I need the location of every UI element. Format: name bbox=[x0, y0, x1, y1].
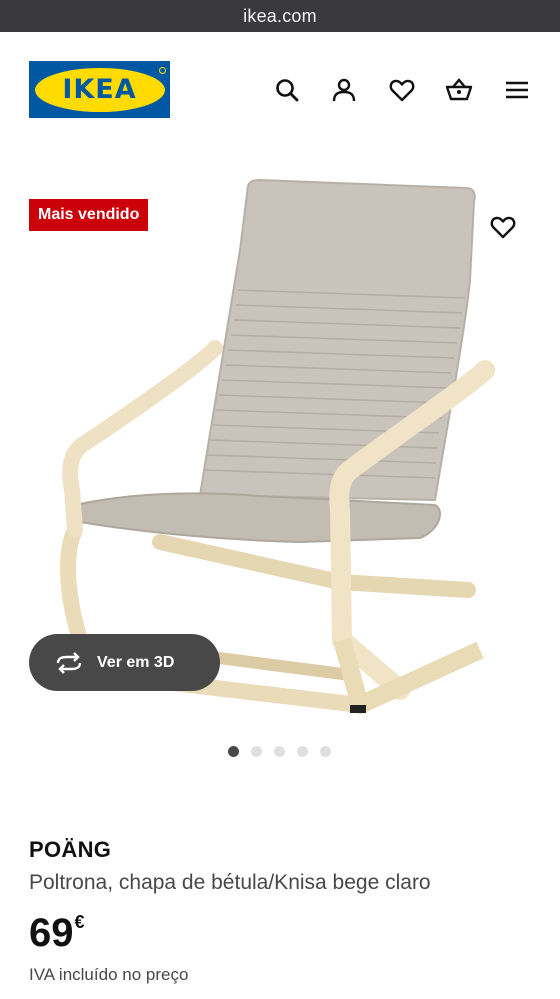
browser-url-bar[interactable]: ikea.com bbox=[0, 0, 560, 32]
view-in-3d-button[interactable]: Ver em 3D bbox=[29, 634, 220, 691]
basket-icon[interactable] bbox=[444, 75, 474, 105]
price-integer: 69 bbox=[29, 911, 74, 955]
user-icon[interactable] bbox=[329, 75, 359, 105]
logo-oval: IKEA bbox=[34, 67, 165, 112]
vat-note: IVA incluído no preço bbox=[29, 965, 189, 984]
registered-mark-icon bbox=[159, 67, 166, 74]
carousel-dot[interactable] bbox=[320, 746, 331, 757]
carousel-dot[interactable] bbox=[297, 746, 308, 757]
logo-text: IKEA bbox=[62, 74, 137, 105]
product-price: 69 € bbox=[29, 909, 85, 957]
carousel-dot[interactable] bbox=[274, 746, 285, 757]
search-icon[interactable] bbox=[272, 75, 302, 105]
heart-icon[interactable] bbox=[387, 75, 417, 105]
url-text: ikea.com bbox=[243, 5, 317, 26]
add-to-favorites-heart-icon[interactable] bbox=[487, 211, 519, 243]
carousel-indicator bbox=[228, 746, 331, 757]
view-in-3d-label: Ver em 3D bbox=[97, 653, 175, 671]
menu-icon[interactable] bbox=[502, 75, 532, 105]
product-name: POÄNG bbox=[29, 837, 112, 862]
best-seller-badge: Mais vendido bbox=[29, 199, 149, 231]
carousel-dot[interactable] bbox=[251, 746, 262, 757]
site-header: IKEA bbox=[0, 32, 560, 132]
carousel-dot[interactable] bbox=[228, 746, 239, 757]
product-description: Poltrona, chapa de bétula/Knisa bege cla… bbox=[29, 871, 431, 894]
ikea-logo[interactable]: IKEA bbox=[29, 61, 170, 118]
rotate-3d-icon bbox=[56, 651, 82, 674]
price-currency: € bbox=[74, 912, 85, 932]
